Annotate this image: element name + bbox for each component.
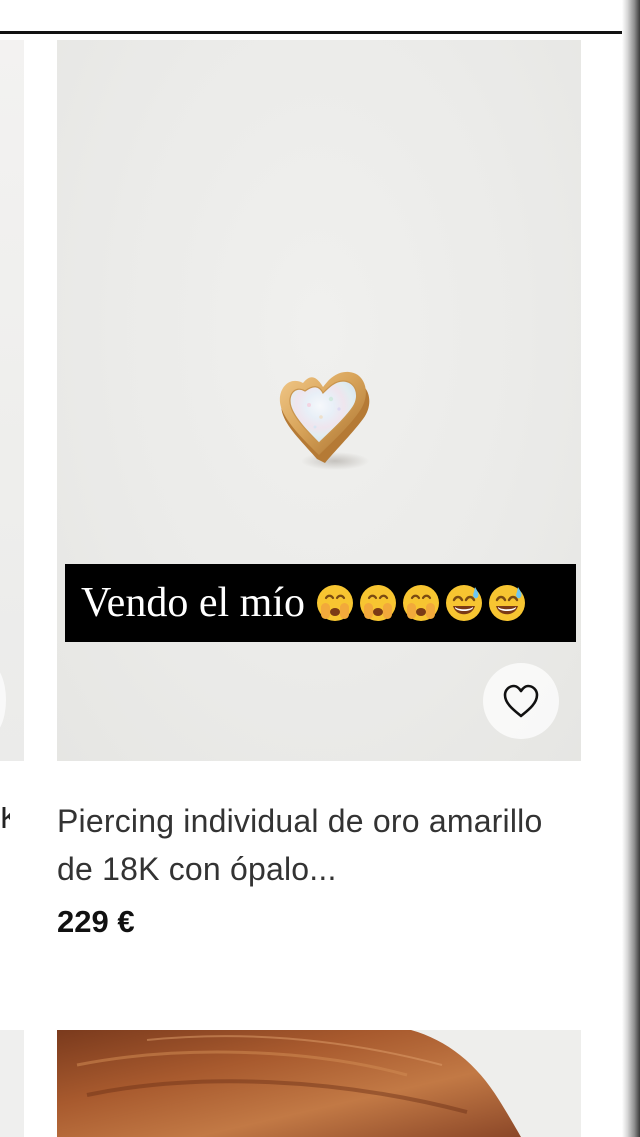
grinning-face-with-sweat-emoji-icon [488,585,525,621]
header-divider [0,31,622,34]
caption-text: Vendo el mío [81,580,305,626]
caption-emojis [315,583,527,623]
face-with-hand-over-mouth-emoji-icon [359,585,396,621]
favorite-button[interactable] [483,663,559,739]
product-price: 229 € [57,904,135,939]
product-card[interactable]: Vendo el mío Piercing individual de oro … [57,40,581,990]
face-with-hand-over-mouth-emoji-icon [402,585,439,621]
story-caption: Vendo el mío [65,564,576,642]
product-image[interactable]: Vendo el mío [57,40,581,761]
previous-row-product-image[interactable] [0,1030,24,1137]
previous-product-title[interactable]: K [0,800,10,836]
product-title[interactable]: Piercing individual de oro amarillo de 1… [57,797,577,893]
heart-outline-icon [503,684,539,718]
face-with-hand-over-mouth-emoji-icon [316,585,353,621]
previous-product-image[interactable] [0,40,24,761]
grinning-face-with-sweat-emoji-icon [445,585,482,621]
scroll-edge-shadow [622,0,640,1137]
heart-opal-earring-image [279,371,370,470]
next-product-image[interactable] [57,1030,581,1137]
hair-photo-image [57,1030,581,1137]
